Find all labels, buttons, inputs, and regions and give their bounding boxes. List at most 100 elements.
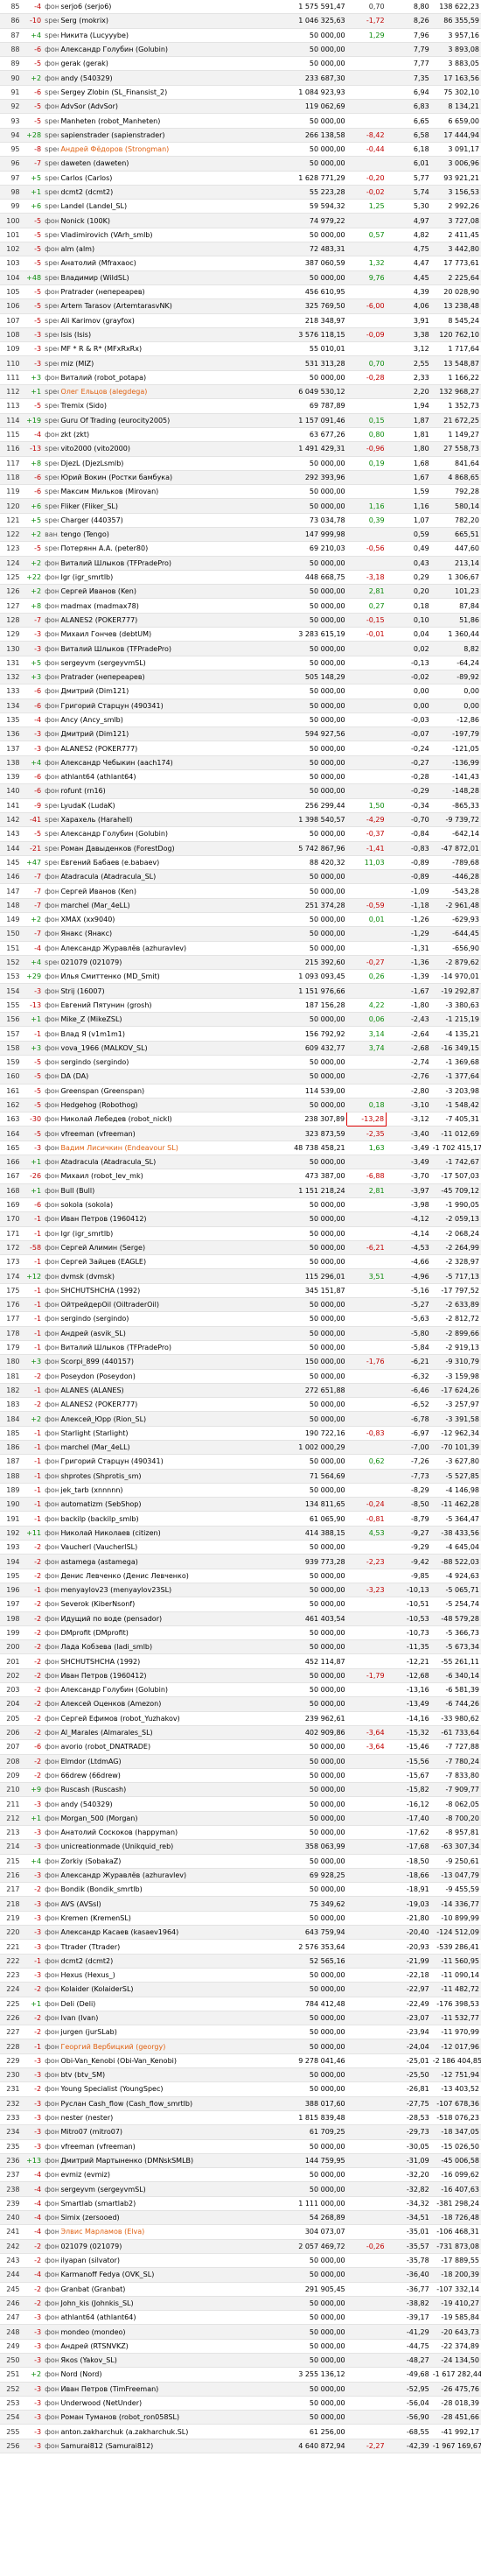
table-row[interactable]: 89 -5 фон gerak (gerak) 50 000,00 7,77 3 883,0… (0, 56, 481, 72)
table-row[interactable]: 112+1specОлег Ельцов (alegdega)6 049 530… (0, 384, 481, 400)
participant-name-link[interactable]: Григорий Старцун (490341) (59, 698, 277, 713)
participant-name-link[interactable]: Иван Петров (TimFreeman) (59, 2382, 277, 2397)
table-row[interactable]: 170 -1 фон Иван Петров (1960412) 50 000,00 -4… (0, 1211, 481, 1227)
table-row[interactable]: 143-5specАлександр Голубин (Golubin)50 0… (0, 826, 481, 842)
table-row[interactable]: 114+19specGuru Of Trading (eurocity2005)… (0, 413, 481, 428)
table-row[interactable]: 193 -2 фон Vaucherl (VaucherlSL) 50 000,00 -9… (0, 1540, 481, 1555)
table-row[interactable]: 180 +3 фон Scorpi_899 (440157) 150 000,00 -1,… (0, 1354, 481, 1370)
table-row[interactable]: 156 +1 фон Mike_Z (MikeZSL) 50 000,00 0,06 -2,… (0, 1012, 481, 1028)
table-row[interactable]: 126 +2 фон Сергей Иванов (Ken) 50 000,00 2,81… (0, 584, 481, 600)
participant-name-link[interactable]: vito2000 (vito2000) (59, 441, 277, 457)
participant-name-link[interactable]: Smartlab (smartlab2) (59, 2196, 277, 2212)
participant-name-link[interactable]: Алексей_Юрр (Rion_SL) (59, 1411, 277, 1427)
table-row[interactable]: 167 -26 фон Михаил (robot_lev_mk) 473 387,00… (0, 1169, 481, 1184)
table-row[interactable]: 192 +11 фон Николай Николаев (citizen) 414 3… (0, 1526, 481, 1541)
table-row[interactable]: 141-9specLyudaK (LudaK)256 299,441,50-0,… (0, 798, 481, 813)
table-row[interactable]: 233 -3 фон nester (nester) 1 815 839,48 -28,5… (0, 2110, 481, 2126)
table-row[interactable]: 255 -3 фон anton.zakharchuk (a.zakharchuk.S… (0, 2424, 481, 2439)
participant-name-link[interactable]: Ali Karimov (grayfox) (59, 313, 277, 328)
participant-name-link[interactable]: Carlos (Carlos) (59, 171, 277, 186)
table-row[interactable]: 111 +3 фон Виталий (robot_potapa) 50 000,00-… (0, 370, 481, 386)
participant-name-link[interactable]: miz (MIZ) (59, 355, 277, 371)
participant-name-link[interactable]: Isis (Isis) (59, 327, 277, 343)
table-row[interactable]: 232 -3 фон Руслан Cash_flow (Cash_flow_smrt… (0, 2096, 481, 2111)
table-row[interactable]: 171 -1 фон Igr (igr_smrtlb) 50 000,00 -4,14 -2… (0, 1226, 481, 1241)
participant-name-link[interactable]: Obi-Van_Kenobi (Obi-Van_Kenobi) (59, 2053, 277, 2069)
participant-name-link[interactable]: Максим Мильков (Mirovan) (59, 484, 277, 500)
table-row[interactable]: 140 -6 фон rofunt (rn16) 50 000,00 -0,29 -148,… (0, 783, 481, 799)
table-row[interactable]: 237 -4 фон evmiz (evmiz) 50 000,00 -32,20 -16 … (0, 2167, 481, 2183)
table-row[interactable]: 197 -2 фон Severok (KiberNsonf) 50 000,00 -10… (0, 1597, 481, 1612)
table-row[interactable]: 209 -2 фон 66drew (66drew) 50 000,00 -15,67 -7… (0, 1768, 481, 1784)
table-row[interactable]: 228 -1 фон Георгий Вербицкий (georgy) 50 000… (0, 2039, 481, 2054)
participant-name-link[interactable]: Руслан Cash_flow (Cash_flow_smrtlb) (59, 2096, 277, 2111)
participant-name-link[interactable]: astamega (astamega) (59, 1554, 277, 1569)
table-row[interactable]: 204 -2 фон Алексей Оценков (Amezon) 50 000,0… (0, 1696, 481, 1712)
participant-name-link[interactable]: sapienstrader (sapienstrader) (59, 128, 277, 143)
participant-name-link[interactable]: Nonick (100K) (59, 213, 277, 228)
table-row[interactable]: 147 -7 фон Сергей Иванов (Ken) 50 000,00 -1,0… (0, 883, 481, 899)
participant-name-link[interactable]: Виталий Шлыков (TFPradePro) (59, 641, 277, 656)
participant-name-link[interactable]: Юрий Вокин (Ростки бамбука) (59, 470, 277, 486)
table-row[interactable]: 102 -5 фон alm (alm) 72 483,31 4,75 3 442,80 (0, 242, 481, 257)
participant-name-link[interactable]: Igr (igr_smrtlb) (59, 570, 277, 586)
participant-name-link[interactable]: Manheten (robot_Manheten) (59, 113, 277, 129)
table-row[interactable]: 122 +2 ван. tengo (Tengo) 147 999,98 0,59 665,… (0, 527, 481, 543)
table-row[interactable]: 231 -2 фон Young Specialist (YoungSpec) 50 0… (0, 2081, 481, 2097)
table-row[interactable]: 151 -4 фон Александр Журавлёв (azhuravlev) 5… (0, 941, 481, 956)
table-row[interactable]: 248 -3 фон mondeo (mondeo) 50 000,00 -41,29 -2… (0, 2324, 481, 2340)
table-row[interactable]: 252 -3 фон Иван Петров (TimFreeman) 50 000,0… (0, 2382, 481, 2397)
table-row[interactable]: 244 -4 фон Karmanoff Fedya (OVK_SL) 50 000,0… (0, 2267, 481, 2283)
table-row[interactable]: 184 +2 фон Алексей_Юрр (Rion_SL) 50 000,00 -6… (0, 1411, 481, 1427)
participant-name-link[interactable]: Дмитрий Мартыненко (DMNskSMLB) (59, 2153, 277, 2169)
table-row[interactable]: 138 +4 фон Александр Чебыкин (aach174) 50 00… (0, 755, 481, 771)
participant-name-link[interactable]: Сергей Зайцев (EAGLE) (59, 1254, 277, 1270)
table-row[interactable]: 240 -4 фон Simix (zersooed) 54 268,89 -34,51-… (0, 2210, 481, 2226)
table-row[interactable]: 250 -3 фон Якоs (Yakov_SL) 50 000,00 -48,27 -2… (0, 2353, 481, 2369)
participant-name-link[interactable]: Ttrader (Ttrader) (59, 1939, 277, 1955)
participant-name-link[interactable]: Сергей Ефимов (robot_Yuzhakov) (59, 1711, 277, 1726)
participant-name-link[interactable]: Elmdor (LtdmAG) (59, 1754, 277, 1769)
participant-name-link[interactable]: John_kis (Johnkis_SL) (59, 2296, 277, 2312)
participant-name-link[interactable]: Al_Marales (Almarales_SL) (59, 1725, 277, 1741)
participant-name-link[interactable]: ALANES2 (POKER777) (59, 613, 277, 628)
participant-name-link[interactable]: Serg (mokrix) (59, 13, 277, 29)
participant-name-link[interactable]: Poseydon (Poseydon) (59, 1369, 277, 1384)
participant-name-link[interactable]: Bull (Bull) (59, 1183, 277, 1198)
table-row[interactable]: 210 +9 фон Ruscash (Ruscash) 50 000,00 -15,82… (0, 1782, 481, 1798)
participant-name-link[interactable]: Денис Левченко (Денис Левченко) (59, 1569, 277, 1583)
participant-name-link[interactable]: SHCHUTSHCHA (1992) (59, 1283, 277, 1299)
table-row[interactable]: 207 -6 фон avorio (robot_DNATRADE) 50 000,00… (0, 1739, 481, 1755)
table-row[interactable]: 174 +12 фон dvmsk (dvmsk) 115 296,01 3,51 -4,9… (0, 1268, 481, 1284)
participant-name-link[interactable]: Guru Of Trading (eurocity2005) (59, 413, 277, 428)
table-row[interactable]: 117+8specDjezL (DjezLsmlb)50 000,000,191… (0, 456, 481, 471)
participant-name-link[interactable]: madmax (madmax78) (59, 598, 277, 614)
table-row[interactable]: 99+6specLandel (Landel_SL)59 594,321,255… (0, 199, 481, 214)
participant-name-link[interactable]: Евгений Бабаев (e.babaev) (59, 855, 277, 871)
participant-name-link[interactable]: Виталий Шлыков (TFPradePro) (59, 1340, 277, 1356)
table-row[interactable]: 254 -3 фон Роман Туманов (robot_ron058SL) 50… (0, 2410, 481, 2425)
participant-name-link[interactable]: Landel (Landel_SL) (59, 199, 277, 214)
participant-name-link[interactable]: Bondik (Bondik_smrtlb) (59, 1882, 277, 1898)
table-row[interactable]: 201 -2 фон SHCHUTSHCHA (1992) 452 114,87 -12,… (0, 1653, 481, 1669)
participant-name-link[interactable]: Severok (KiberNsonf) (59, 1597, 277, 1612)
participant-name-link[interactable]: Samurai812 (Samurai812) (59, 2439, 277, 2454)
table-row[interactable]: 105 -5 фон Pratrader (непереарев) 456 610,95… (0, 284, 481, 300)
participant-name-link[interactable]: Vaucherl (VaucherlSL) (59, 1540, 277, 1555)
participant-name-link[interactable]: Михаил (robot_lev_mk) (59, 1169, 277, 1184)
table-row[interactable]: 149 +2 фон XMAX (xx9040) 50 000,00 0,01 -1,26-… (0, 912, 481, 928)
table-row[interactable]: 208 -2 фон Elmdor (LtdmAG) 50 000,00 -15,56 -7… (0, 1754, 481, 1769)
participant-name-link[interactable]: Владимир (WildSL) (59, 270, 277, 285)
participant-name-link[interactable]: avorio (robot_DNATRADE) (59, 1739, 277, 1755)
table-row[interactable]: 215 +4 фон Zorkiy (SobakaZ) 50 000,00 -18,50-… (0, 1854, 481, 1869)
table-row[interactable]: 158 +3 фон vova_1966 (MALKOV_SL) 609 432,77 3… (0, 1041, 481, 1056)
table-row[interactable]: 246 -2 фон John_kis (Johnkis_SL) 50 000,00 -3… (0, 2296, 481, 2312)
table-row[interactable]: 95-8specАндрей Фёдоров (Strongman)50 000… (0, 142, 481, 158)
participant-name-link[interactable]: ilyapan (silvator) (59, 2253, 277, 2269)
table-row[interactable]: 225 +1 фон Deli (Deli) 784 412,48 -22,49 -176 … (0, 1997, 481, 2011)
table-row[interactable]: 211 -3 фон andy (540329) 50 000,00 -16,12 -8 0… (0, 1796, 481, 1812)
table-row[interactable]: 187 -1 фон Григорий Старцун (490341) 50 000,… (0, 1454, 481, 1470)
participant-name-link[interactable]: Янакс (Янакс) (59, 926, 277, 942)
table-row[interactable]: 213 -3 фон Анатолий Соскоков (happyman) 50 0… (0, 1825, 481, 1841)
table-row[interactable]: 131 +5 фон sergeyvm (sergeyvmSL) 50 000,00 -0… (0, 656, 481, 670)
